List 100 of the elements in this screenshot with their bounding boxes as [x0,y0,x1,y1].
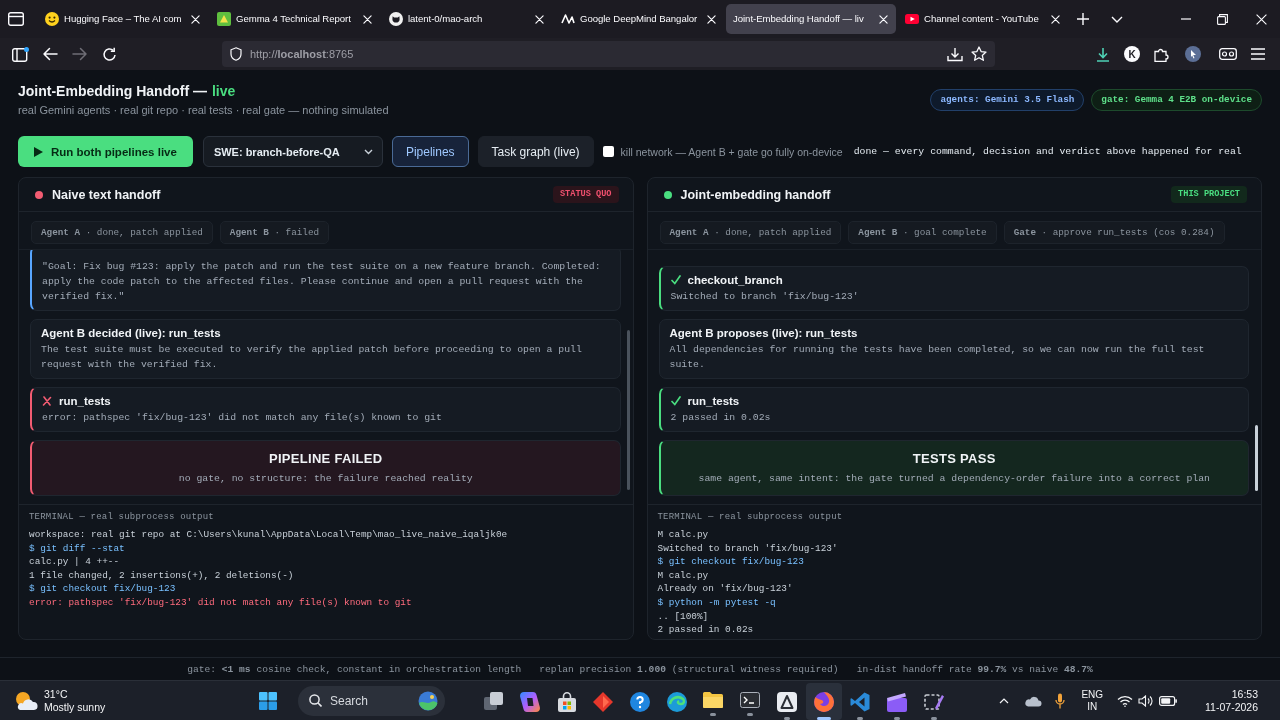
sun-cloud-icon[interactable] [14,690,38,711]
terminal-title: TERMINAL — real subprocess output [29,511,214,523]
step-title: run_tests [59,394,111,408]
view-tab[interactable]: Pipelines [391,136,469,167]
browser-tab[interactable]: Gemma 4 Technical Report [210,4,380,34]
browser-tab[interactable]: Joint-Embedding Handoff — liv [726,4,896,34]
menu-icon[interactable] [1251,48,1265,60]
live-status: live [212,83,236,100]
terminal-line: .. [100%] [657,609,709,624]
browser-tab[interactable]: Channel content - YouTube [898,4,1068,34]
agent-status-chip: Agent A · done, patch applied [31,221,213,244]
zigzag-icon[interactable] [561,14,575,24]
browser-tab[interactable]: Google DeepMind Bangalor [554,4,724,34]
close-icon[interactable] [1051,14,1060,24]
close-icon[interactable] [879,14,888,24]
chevron-up-icon[interactable] [999,697,1010,704]
cloud-icon[interactable] [1024,694,1043,707]
reload-icon[interactable] [102,46,117,62]
running-indicator [893,716,900,720]
taskbar-clock[interactable]: 16:53 11-07-2026 [1205,687,1258,714]
terminal-line: Switched to branch 'fix/bug-123' [657,541,838,556]
scrollbar-thumb[interactable] [1255,425,1258,491]
download-icon[interactable] [1096,46,1110,62]
scrollbar-thumb[interactable] [626,330,630,490]
taskbar-app-button[interactable] [805,682,842,720]
pipeline-title: Naive text handoff [52,187,161,202]
smiley-icon[interactable] [45,12,59,26]
close-icon[interactable] [363,14,372,24]
star-icon[interactable] [971,46,987,62]
close-icon[interactable] [535,14,544,24]
terminal-line: $ git diff --stat [29,541,125,556]
tray-arrow-icon[interactable] [947,46,963,62]
play-icon[interactable] [905,14,919,24]
sidebar-icon[interactable] [12,46,29,62]
forward-icon[interactable] [72,47,88,61]
run-button[interactable]: Run both pipelines live [18,136,193,167]
running-indicator [710,712,717,716]
terminal-line: M calc.py [657,568,709,583]
terminal-icon [740,691,761,708]
address-bar[interactable]: http://localhost:8765 [222,41,995,67]
restore-icon[interactable] [1217,13,1228,25]
page-subtitle: real Gemini agents · real git repo · real tests · real gate — nothing simulated [18,103,389,117]
step-output: Switched to branch 'fix/bug-123' [670,290,860,304]
terminal-line: Already on 'fix/bug-123' [657,582,793,596]
handoff-summary: "Goal: Fix bug #123: apply the patch and run the test suite on a new feature branch. Completed: apply the code patch to the affected files. Please continue and open a pull request with the verified fix." [42,260,602,304]
weather-condition[interactable]: Mostly sunny [44,700,106,714]
weather-temperature[interactable]: 31°C [44,687,68,701]
page-title: Joint-Embedding Handoff — [18,83,207,100]
shopping-bag-icon [556,691,577,712]
taskbar-search-field[interactable]: Search [298,685,445,716]
agent-status-chip: Agent B · goal complete [848,221,997,244]
running-indicator [857,716,864,720]
profile-avatar[interactable]: K [1124,46,1140,62]
running-indicator [930,716,937,720]
play-icon[interactable] [34,146,43,157]
running-indicator [747,712,754,716]
input-language[interactable]: ENG IN [1081,688,1104,713]
plus-icon[interactable] [1077,13,1089,25]
close-icon[interactable] [191,14,200,24]
shield-icon[interactable] [230,47,242,61]
close-icon[interactable] [707,14,716,24]
scenario-select[interactable]: SWE: branch-before-QA [202,136,383,167]
battery-icon[interactable] [1159,695,1178,706]
window-icon[interactable] [8,12,24,26]
agent-status-chip: Agent B · failed [219,221,330,244]
speaker-icon[interactable] [1138,694,1154,707]
tile-icon[interactable] [217,12,231,26]
decision-reason: The test suite must be executed to verify the applied patch before proceeding to open a pull request with the verified fix. [41,343,583,372]
wifi-icon[interactable] [1117,694,1134,707]
puzzle-icon[interactable] [1154,46,1169,62]
chevron-down-icon[interactable] [363,148,373,155]
agent-status-chip: Gate · approve run_tests (cos 0.284) [1003,221,1225,244]
cursor-circle-icon[interactable] [1185,46,1201,62]
terminal-line: M calc.py [657,528,709,542]
cat-icon[interactable] [389,12,403,26]
goggles-icon[interactable] [1219,48,1237,60]
browser-tab[interactable]: latent-0/mao-arch [382,4,552,34]
view-tab[interactable]: Task graph (live) [477,136,594,167]
status-dot [663,190,672,199]
pen-frame-icon [923,691,944,712]
terminal-line: 1 file changed, 2 insertions(+), 2 deletions(-) [29,568,294,583]
parallelogram-icon [520,691,541,712]
decision-title: Agent B proposes (live): run_tests [669,326,858,340]
browser-tab[interactable]: Hugging Face – The AI com [38,4,208,34]
decision-reason: All dependencies for running the tests have been completed, so we can now run the full test suite. [669,343,1206,372]
running-indicator [816,716,831,720]
terminal-line: $ git checkout fix/bug-123 [657,555,804,569]
microphone-icon[interactable] [1055,692,1066,709]
verdict-title: PIPELINE FAILED [268,451,383,467]
folder-icon [703,691,724,708]
kill-network-checkbox[interactable] [602,146,614,157]
stacked-squares-icon [483,691,503,710]
terminal-line: error: pathspec 'fix/bug-123' did not match any file(s) known to git [29,595,412,610]
landscape-icon[interactable] [417,690,439,711]
search-icon[interactable] [309,694,322,707]
start-icon[interactable] [259,691,277,710]
decision-title: Agent B decided (live): run_tests [41,326,221,340]
kill-network-label[interactable]: kill network — Agent B + gate go fully on-device [620,145,843,158]
back-icon[interactable] [42,47,58,61]
close-icon[interactable] [1256,13,1267,25]
